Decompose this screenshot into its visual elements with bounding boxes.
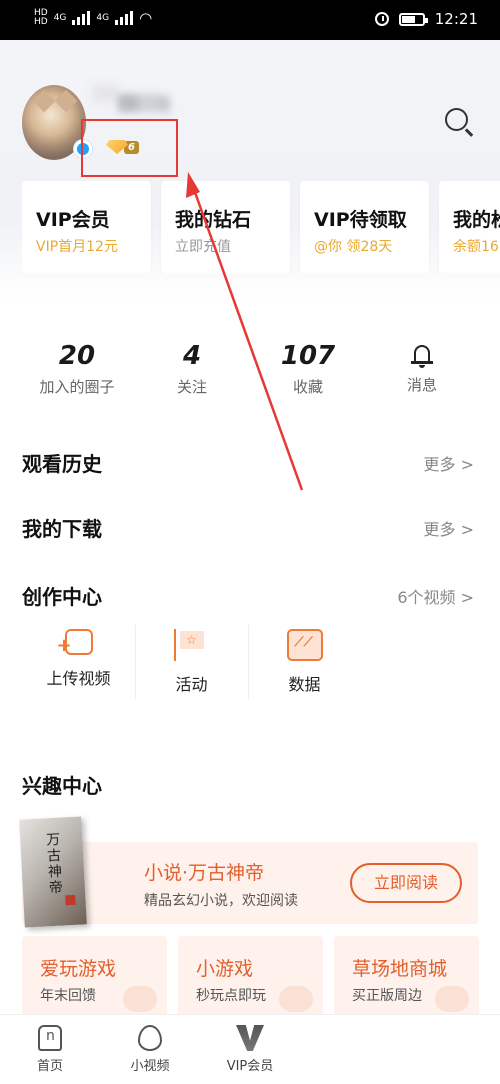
avatar-cat-ear-right xyxy=(54,89,78,113)
vip-cards-row: VIP会员 VIP首月12元 我的钻石 立即充值 VIP待领取 @你 领28天 … xyxy=(22,181,500,273)
section-title: 创作中心 xyxy=(22,585,102,609)
nav-home[interactable]: 首页 xyxy=(10,1025,90,1074)
status-right: 12:21 xyxy=(374,10,478,28)
card-subtitle: 余额16 xyxy=(453,239,499,255)
username-blurred[interactable] xyxy=(92,84,172,120)
read-now-button[interactable]: 立即阅读 xyxy=(350,863,462,903)
vip-icon xyxy=(236,1025,264,1051)
section-title: 兴趣中心 xyxy=(22,774,102,798)
vip-card-diamonds[interactable]: 我的钻石 立即充值 xyxy=(161,181,290,273)
card-title: 我的松 xyxy=(453,209,500,231)
bottom-nav: 首页 小视频 VIP会员 xyxy=(0,1014,500,1084)
messages-button[interactable]: 消息 xyxy=(367,340,477,395)
game-card-mini[interactable]: 小游戏 秒玩点即玩 xyxy=(178,936,323,1016)
novel-subtitle: 精品玄幻小说，欢迎阅读 xyxy=(144,893,298,909)
vip-card-pending[interactable]: VIP待领取 @你 领28天 xyxy=(300,181,429,273)
stats-row: 20 加入的圈子 4 关注 107 收藏 消息 xyxy=(0,340,500,410)
novel-banner[interactable]: 小说·万古神帝 精品玄幻小说，欢迎阅读 立即阅读 xyxy=(22,842,478,924)
gamepad-icon xyxy=(123,986,157,1012)
create-activity[interactable]: 活动 xyxy=(135,625,248,705)
nav-label: VIP会员 xyxy=(226,1059,274,1074)
game-card-mall[interactable]: 草场地商城 买正版周边 xyxy=(334,936,479,1016)
card-title: 我的钻石 xyxy=(175,209,252,231)
upload-video-icon xyxy=(57,629,93,656)
section-create-center[interactable]: 创作中心 6个视频 > xyxy=(22,581,478,611)
stat-label: 加入的圈子 xyxy=(39,378,115,396)
status-left: HD HD 4G 4G ◠ xyxy=(34,8,153,28)
avatar-cat-ear-left xyxy=(32,89,56,113)
card-title: VIP会员 xyxy=(36,209,110,231)
game-title: 爱玩游戏 xyxy=(40,958,117,980)
alarm-icon xyxy=(374,12,389,26)
card-title: VIP待领取 xyxy=(314,209,407,231)
shop-icon xyxy=(435,986,469,1012)
book-cover-title: 万古神帝 xyxy=(43,831,64,897)
messages-label: 消息 xyxy=(406,376,437,394)
section-downloads[interactable]: 我的下载 更多 > xyxy=(22,513,478,543)
section-interest-center: 兴趣中心 xyxy=(22,770,478,800)
search-icon[interactable] xyxy=(445,108,475,138)
stat-following[interactable]: 4 关注 xyxy=(137,340,247,397)
chart-icon xyxy=(286,629,323,661)
game-card-aiwan[interactable]: 爱玩游戏 年末回馈 xyxy=(22,936,167,1016)
card-subtitle: 立即充值 xyxy=(175,239,231,255)
battery-icon xyxy=(398,12,428,26)
create-item-label: 活动 xyxy=(175,675,208,694)
create-data[interactable]: 数据 xyxy=(248,625,361,705)
section-title: 观看历史 xyxy=(22,452,102,476)
status-time: 12:21 xyxy=(434,10,478,28)
ghost-icon xyxy=(279,986,313,1012)
stat-label: 收藏 xyxy=(292,378,323,396)
network-type-2: 4G xyxy=(96,12,110,23)
nav-short-video[interactable]: 小视频 xyxy=(110,1025,190,1074)
section-title: 我的下载 xyxy=(22,517,102,541)
create-item-label: 上传视频 xyxy=(46,669,111,688)
nav-label: 小视频 xyxy=(130,1059,170,1074)
annotation-highlight-box xyxy=(81,119,178,177)
novel-title: 小说·万古神帝 xyxy=(144,862,265,884)
stat-label: 关注 xyxy=(176,378,207,396)
create-upload-video[interactable]: 上传视频 xyxy=(22,625,135,705)
stat-value: 4 xyxy=(182,341,202,371)
network-type-1: 4G xyxy=(53,12,67,23)
book-cover[interactable]: 万古神帝 xyxy=(19,816,87,928)
games-row: 爱玩游戏 年末回馈 小游戏 秒玩点即玩 草场地商城 买正版周边 xyxy=(22,936,500,1016)
home-icon xyxy=(38,1025,62,1051)
stat-value: 107 xyxy=(280,341,336,371)
nav-label: 首页 xyxy=(36,1059,63,1074)
wifi-icon: ◠ xyxy=(139,9,153,27)
hd-indicator: HD HD xyxy=(34,8,48,27)
create-item-label: 数据 xyxy=(288,675,321,694)
card-subtitle: @你 领28天 xyxy=(314,239,393,255)
bell-icon xyxy=(411,343,433,369)
vip-card-balance[interactable]: 我的松 余额16 xyxy=(439,181,500,273)
status-bar: HD HD 4G 4G ◠ 12:21 xyxy=(0,0,500,40)
section-history[interactable]: 观看历史 更多 > xyxy=(22,448,478,478)
stat-circles[interactable]: 20 加入的圈子 xyxy=(22,340,132,397)
signal-icon xyxy=(72,11,91,25)
more-link[interactable]: 更多 > xyxy=(424,516,475,540)
videos-count-link[interactable]: 6个视频 > xyxy=(397,584,474,608)
create-center-items: 上传视频 活动 数据 xyxy=(22,625,362,705)
flag-icon xyxy=(173,629,210,661)
nav-vip[interactable]: VIP会员 xyxy=(210,1025,290,1074)
signal-icon-2 xyxy=(115,11,134,25)
book-seal xyxy=(65,894,76,906)
more-link[interactable]: 更多 > xyxy=(424,451,475,475)
card-subtitle: VIP首月12元 xyxy=(36,239,118,255)
stat-favorites[interactable]: 107 收藏 xyxy=(253,340,363,397)
stat-value: 20 xyxy=(58,341,96,371)
game-title: 草场地商城 xyxy=(352,958,448,980)
game-title: 小游戏 xyxy=(196,958,254,980)
vip-card-membership[interactable]: VIP会员 VIP首月12元 xyxy=(22,181,151,273)
short-video-icon xyxy=(138,1025,162,1051)
